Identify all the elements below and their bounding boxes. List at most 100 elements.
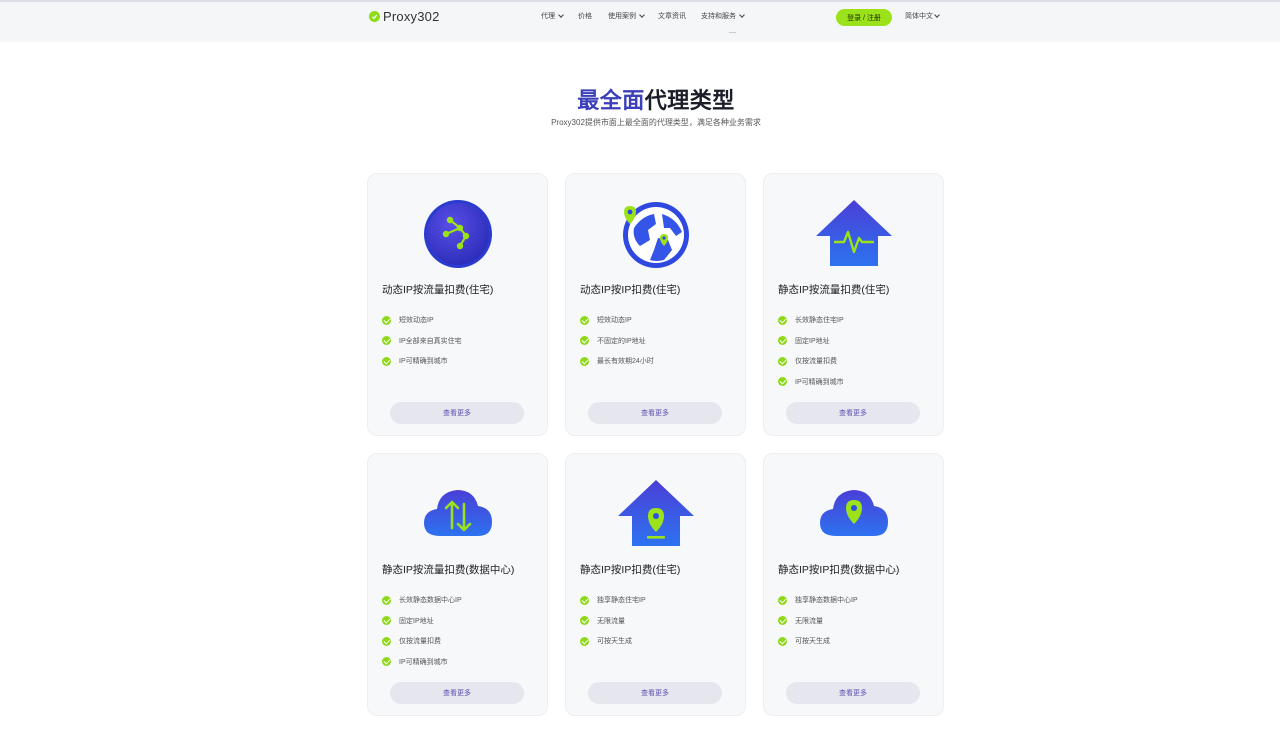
house-pulse-icon [815, 198, 892, 270]
feature-item: 无限流量 [778, 611, 858, 632]
feature-list: 独享静态住宅IP 无限流量 可按天生成 [580, 590, 646, 652]
feature-text: 短效动态IP [597, 317, 632, 325]
check-icon [580, 315, 589, 325]
view-more-button[interactable]: 查看更多 [786, 682, 920, 704]
nav-item-support[interactable]: 支持和服务 [701, 11, 745, 21]
proxy-type-card: 静态IP按流量扣费(住宅) 长效静态住宅IP 固定IP地址 仅按流量扣费 IP可… [763, 173, 944, 436]
page-title-accent: 最全面 [577, 88, 645, 113]
card-title: 静态IP按IP扣费(数据中心) [778, 564, 900, 576]
feature-text: 长效静态数据中心IP [399, 597, 462, 605]
feature-list: 长效静态住宅IP 固定IP地址 仅按流量扣费 IP可精确到城市 [778, 310, 844, 392]
view-more-button[interactable]: 查看更多 [588, 402, 722, 424]
feature-text: 独享静态住宅IP [597, 597, 646, 605]
nav-item-articles[interactable]: 文章资讯 [658, 11, 686, 21]
proxy-type-card: 静态IP按IP扣费(住宅) 独享静态住宅IP 无限流量 可按天生成 查看更多 [565, 453, 746, 716]
proxy-type-card: 动态IP按流量扣费(住宅) 短效动态IP IP全部来自真实住宅 IP可精确到城市… [367, 173, 548, 436]
check-icon [580, 616, 589, 626]
feature-item: 仅按流量扣费 [778, 351, 844, 372]
feature-text: IP可精确到城市 [399, 658, 448, 666]
feature-item: IP可精确到城市 [778, 372, 844, 393]
feature-list: 短效动态IP 不固定的IP地址 最长有效期24小时 [580, 310, 654, 372]
feature-text: 可按天生成 [795, 638, 830, 646]
house-location-icon [617, 478, 694, 550]
feature-list: 独享静态数据中心IP 无限流量 可按天生成 [778, 590, 858, 652]
feature-item: IP全部来自真实住宅 [382, 331, 462, 352]
check-icon [778, 356, 787, 366]
chevron-down-icon [739, 12, 745, 18]
chevron-down-icon [558, 12, 564, 18]
check-icon [382, 657, 391, 667]
language-selector[interactable]: 简体中文 [905, 11, 940, 21]
check-icon [580, 336, 589, 346]
nav-item-label: 使用案例 [608, 13, 636, 20]
feature-text: 仅按流量扣费 [795, 358, 837, 366]
proxy-type-card: 静态IP按IP扣费(数据中心) 独享静态数据中心IP 无限流量 可按天生成 查看… [763, 453, 944, 716]
feature-item: 长效静态住宅IP [778, 310, 844, 331]
feature-list: 短效动态IP IP全部来自真实住宅 IP可精确到城市 [382, 310, 462, 372]
check-icon [778, 377, 787, 387]
chevron-down-icon [639, 12, 645, 18]
nav-active-indicator [729, 32, 736, 33]
logo-icon [369, 11, 380, 22]
card-title: 动态IP按IP扣费(住宅) [580, 284, 681, 296]
check-icon [778, 336, 787, 346]
logo[interactable]: Proxy302 [369, 9, 440, 24]
page-title-rest: 代理类型 [644, 88, 735, 113]
nav-item-label: 价格 [578, 13, 592, 20]
feature-item: 无限流量 [580, 611, 646, 632]
check-icon [382, 616, 391, 626]
cloud-location-icon [818, 478, 890, 550]
feature-text: 不固定的IP地址 [597, 337, 646, 345]
proxy-type-card: 静态IP按流量扣费(数据中心) 长效静态数据中心IP 固定IP地址 仅按流量扣费… [367, 453, 548, 716]
chevron-down-icon [934, 12, 940, 18]
check-icon [580, 595, 589, 605]
view-more-button[interactable]: 查看更多 [588, 682, 722, 704]
nav-item-use-cases[interactable]: 使用案例 [608, 11, 645, 21]
nav-item-label: 支持和服务 [701, 13, 736, 20]
feature-item: 固定IP地址 [382, 611, 462, 632]
feature-item: 不固定的IP地址 [580, 331, 654, 352]
check-icon [382, 336, 391, 346]
feature-text: 固定IP地址 [399, 617, 434, 625]
feature-item: 仅按流量扣费 [382, 631, 462, 652]
check-icon [778, 315, 787, 325]
feature-item: 固定IP地址 [778, 331, 844, 352]
card-title: 静态IP按流量扣费(数据中心) [382, 564, 515, 576]
feature-text: 无限流量 [597, 617, 625, 625]
feature-item: 短效动态IP [382, 310, 462, 331]
cloud-transfer-icon [422, 478, 494, 550]
feature-item: 独享静态数据中心IP [778, 590, 858, 611]
view-more-button[interactable]: 查看更多 [390, 682, 524, 704]
card-title: 静态IP按流量扣费(住宅) [778, 284, 890, 296]
feature-text: IP可精确到城市 [795, 378, 844, 386]
nav-item-label: 代理 [541, 13, 555, 20]
check-icon [382, 636, 391, 646]
feature-item: IP可精确到城市 [382, 652, 462, 673]
check-icon [778, 616, 787, 626]
card-title: 动态IP按流量扣费(住宅) [382, 284, 494, 296]
feature-text: IP可精确到城市 [399, 358, 448, 366]
feature-item: 短效动态IP [580, 310, 654, 331]
check-icon [778, 595, 787, 605]
nav-item-pricing[interactable]: 价格 [578, 11, 592, 21]
language-label: 简体中文 [905, 13, 933, 20]
feature-text: 仅按流量扣费 [399, 638, 441, 646]
view-more-button[interactable]: 查看更多 [390, 402, 524, 424]
feature-text: 可按天生成 [597, 638, 632, 646]
feature-text: 独享静态数据中心IP [795, 597, 858, 605]
card-title: 静态IP按IP扣费(住宅) [580, 564, 681, 576]
check-icon [778, 636, 787, 646]
feature-item: IP可精确到城市 [382, 351, 462, 372]
page-subtitle: Proxy302提供市面上最全面的代理类型，满足各种业务需求 [551, 118, 761, 127]
check-icon [580, 356, 589, 366]
nav-item-proxy[interactable]: 代理 [541, 11, 564, 21]
globe-network-icon [422, 198, 494, 270]
login-register-button[interactable]: 登录 / 注册 [836, 9, 892, 26]
view-more-button[interactable]: 查看更多 [786, 402, 920, 424]
check-icon [580, 636, 589, 646]
feature-item: 独享静态住宅IP [580, 590, 646, 611]
feature-text: 短效动态IP [399, 317, 434, 325]
feature-text: 固定IP地址 [795, 337, 830, 345]
check-icon [382, 315, 391, 325]
check-icon [382, 356, 391, 366]
